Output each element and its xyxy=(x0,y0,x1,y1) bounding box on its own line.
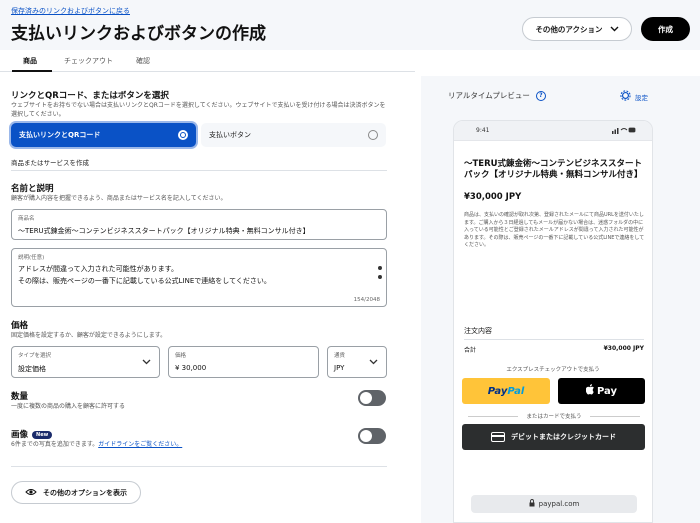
tab-review[interactable]: 確認 xyxy=(136,56,150,66)
chevron-down-icon xyxy=(369,358,378,368)
back-link[interactable]: 保存済みのリンクおよびボタンに戻る xyxy=(11,6,130,16)
apple-pay-button[interactable]: Pay xyxy=(558,378,645,404)
price-type-value: 設定価格 xyxy=(18,365,46,373)
scroll-up-icon[interactable] xyxy=(378,266,382,270)
product-description-line1: アドレスが間違って入力された可能性があります。 xyxy=(18,265,178,273)
product-name-input[interactable]: 商品名 ～TERU式錬金術～コンテンビジネススタートパック【オリジナル特典・無料… xyxy=(11,209,387,240)
product-description-textarea[interactable]: 説明(任意) アドレスが間違って入力された可能性があります。 その際は、販売ペー… xyxy=(11,248,387,307)
gear-icon xyxy=(620,90,631,103)
apple-icon xyxy=(585,384,595,398)
price-amount-value: ¥ 30,000 xyxy=(175,364,207,372)
preview-panel: リアルタイムプレビュー ? 設定 9:41 ～TERU式錬金術～コンテンビジネス… xyxy=(421,76,700,523)
order-divider xyxy=(464,339,644,340)
paypal-button[interactable]: Pay Pal xyxy=(462,378,550,404)
guidelines-link[interactable]: ガイドラインをご覧ください。 xyxy=(98,441,182,448)
currency-label: 通貨 xyxy=(334,353,346,359)
preview-product-title: ～TERU式錬金術～コンテンビジネススタートパック【オリジナル特典・無料コンサル… xyxy=(464,159,643,180)
product-section-label: 商品またはサービスを作成 xyxy=(11,159,89,167)
preview-product-description: 商品は、支払いの確認が取れ次第、登録されたメールにて商品URLを送付いたします。… xyxy=(464,212,645,248)
price-desc: 固定価格を設定するか、顧客が設定できるようにします。 xyxy=(11,332,167,339)
link-type-description: ウェブサイトをお持ちでない場合は支払いリンクとQRコードを選択してください。ウェ… xyxy=(11,102,386,118)
chevron-down-icon xyxy=(142,358,151,368)
price-title: 価格 xyxy=(11,321,29,331)
preview-title: リアルタイムプレビュー ? xyxy=(448,90,546,101)
section-divider xyxy=(11,466,387,467)
debit-credit-card-button[interactable]: デビットまたはクレジットカード xyxy=(462,424,645,450)
page-title: 支払いリンクおよびボタンの作成 xyxy=(11,24,266,44)
radio-selected-icon xyxy=(178,130,188,140)
image-desc: 6件までの写真を追加できます。ガイドラインをご覧ください。 xyxy=(11,440,182,449)
price-type-label: タイプを選択 xyxy=(18,353,52,359)
create-button[interactable]: 作成 xyxy=(641,17,690,41)
lock-icon xyxy=(529,499,535,509)
option-payment-button-label: 支払いボタン xyxy=(209,131,251,139)
express-checkout-label: エクスプレスチェックアウトで支払う xyxy=(506,367,600,373)
phone-preview: 9:41 ～TERU式錬金術～コンテンビジネススタートパック【オリジナル特典・無… xyxy=(453,120,653,523)
price-amount-input[interactable]: 価格 ¥ 30,000 xyxy=(168,346,319,378)
eye-icon xyxy=(25,488,37,498)
tab-product[interactable]: 商品 xyxy=(23,56,37,66)
name-description-desc: 顧客が購入内容を把握できるよう、商品またはサービス名を記入してください。 xyxy=(11,195,227,202)
option-payment-button[interactable]: 支払いボタン xyxy=(201,123,386,147)
paypal-logo-part2: Pal xyxy=(507,385,525,397)
product-name-value: ～TERU式錬金術～コンテンビジネススタートパック【オリジナル特典・無料コンサル… xyxy=(18,227,310,235)
tab-bar: 商品 チェックアウト 確認 xyxy=(0,50,415,72)
preview-title-text: リアルタイムプレビュー xyxy=(448,91,530,100)
other-actions-label: その他のアクション xyxy=(535,24,603,34)
order-title: 注文内容 xyxy=(464,327,492,335)
product-description-line2: その際は、販売ページの一番下に記載している公式LINEで連絡をしてください。 xyxy=(18,277,271,285)
image-title-text: 画像 xyxy=(11,430,29,440)
url-text: paypal.com xyxy=(538,500,580,508)
image-title: 画像 New xyxy=(11,428,53,440)
price-amount-label: 価格 xyxy=(175,353,187,359)
or-pay-by-card-label: またはカードで支払う xyxy=(464,412,644,420)
image-desc-text: 6件までの写真を追加できます。 xyxy=(11,441,99,448)
radio-unselected-icon xyxy=(368,130,378,140)
page-header: 保存済みのリンクおよびボタンに戻る 支払いリンクおよびボタンの作成 その他のアク… xyxy=(0,0,700,50)
character-counter: 154/2048 xyxy=(353,297,380,303)
price-type-select[interactable]: タイプを選択 設定価格 xyxy=(11,346,160,378)
link-type-title: リンクとQRコード、またはボタンを選択 xyxy=(11,91,169,101)
active-tab-indicator xyxy=(12,70,52,72)
quantity-title: 数量 xyxy=(11,392,29,402)
total-value: ¥30,000 JPY xyxy=(603,345,644,352)
paypal-logo-part1: Pay xyxy=(487,385,508,397)
scroll-down-icon[interactable] xyxy=(378,275,382,279)
name-description-title: 名前と説明 xyxy=(11,184,54,194)
phone-status-bar: 9:41 xyxy=(454,121,652,141)
preview-settings-label: 設定 xyxy=(635,93,648,102)
chevron-down-icon xyxy=(610,25,619,34)
phone-time: 9:41 xyxy=(476,127,490,134)
currency-value: JPY xyxy=(334,364,345,372)
tab-checkout[interactable]: チェックアウト xyxy=(64,56,113,66)
order-summary: 注文内容 合計 ¥30,000 JPY エクスプレスチェックアウトで支払う Pa… xyxy=(454,316,652,522)
credit-card-icon xyxy=(491,432,505,442)
help-icon[interactable]: ? xyxy=(535,90,546,101)
preview-product-price: ¥30,000 JPY xyxy=(464,192,522,202)
currency-select[interactable]: 通貨 JPY xyxy=(327,346,387,378)
product-description-label: 説明(任意) xyxy=(18,255,45,261)
browser-url-bar: paypal.com xyxy=(471,495,637,513)
option-payment-link-qr[interactable]: 支払いリンクとQRコード xyxy=(11,123,196,147)
option-payment-link-qr-label: 支払いリンクとQRコード xyxy=(19,131,101,139)
apple-pay-label: Pay xyxy=(596,385,618,397)
section-divider xyxy=(11,170,387,171)
quantity-toggle[interactable] xyxy=(358,390,386,406)
show-more-options-label: その他のオプションを表示 xyxy=(43,488,127,497)
signal-wifi-battery-icon xyxy=(612,126,636,136)
other-actions-button[interactable]: その他のアクション xyxy=(522,17,632,41)
total-label: 合計 xyxy=(464,347,477,354)
debit-credit-card-label: デビットまたはクレジットカード xyxy=(511,433,616,441)
product-name-label: 商品名 xyxy=(18,216,35,222)
quantity-desc: 一度に複数の商品の購入を顧客に許可する xyxy=(11,403,126,410)
preview-settings-button[interactable]: 設定 xyxy=(620,90,648,103)
image-toggle[interactable] xyxy=(358,428,386,444)
new-badge: New xyxy=(32,430,53,439)
show-more-options-button[interactable]: その他のオプションを表示 xyxy=(11,481,141,504)
